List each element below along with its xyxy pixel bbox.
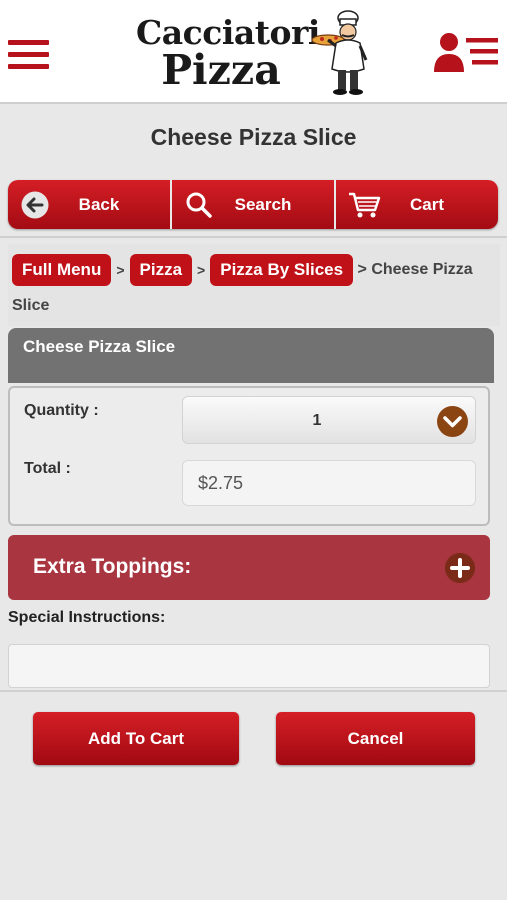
product-options-panel: Quantity : 1 Total : $2.75 bbox=[8, 386, 490, 526]
extra-toppings-toggle[interactable]: Extra Toppings: bbox=[8, 535, 490, 600]
chef-mascot-icon bbox=[311, 10, 368, 95]
quantity-value: 1 bbox=[312, 412, 322, 429]
divider bbox=[0, 236, 507, 238]
extra-toppings-label: Extra Toppings: bbox=[33, 555, 192, 578]
page-title: Cheese Pizza Slice bbox=[150, 124, 357, 150]
hamburger-menu-icon[interactable] bbox=[8, 38, 50, 70]
breadcrumb: Full Menu > Pizza > Pizza By Slices > Cheese… bbox=[8, 244, 500, 326]
app-header: Cacciatori Pizza bbox=[0, 0, 507, 104]
logo-text: Cacciatori Pizza bbox=[136, 13, 320, 94]
plus-icon bbox=[445, 553, 475, 583]
search-label: Search bbox=[234, 194, 292, 214]
cancel-button[interactable]: Cancel bbox=[276, 712, 475, 765]
quantity-select[interactable]: 1 bbox=[182, 396, 476, 444]
quantity-label: Quantity : bbox=[24, 402, 99, 419]
search-button[interactable]: Search bbox=[172, 180, 336, 229]
breadcrumb-full-menu[interactable]: Full Menu bbox=[12, 254, 112, 286]
product-name-header: Cheese Pizza Slice bbox=[8, 328, 494, 383]
navigation-bar: Back Search Cart bbox=[8, 180, 498, 229]
special-instructions-label: Special Instructions: bbox=[8, 609, 166, 626]
special-instructions-input[interactable] bbox=[8, 644, 490, 688]
total-label: Total : bbox=[24, 460, 71, 477]
back-button[interactable]: Back bbox=[8, 180, 172, 229]
cart-label: Cart bbox=[409, 194, 444, 214]
user-list-icon[interactable] bbox=[432, 32, 500, 74]
total-field: $2.75 bbox=[182, 460, 476, 506]
breadcrumb-pizza-by-slices[interactable]: Pizza By Slices bbox=[210, 254, 354, 286]
breadcrumb-separator: > bbox=[116, 262, 125, 278]
back-arrow-icon bbox=[21, 191, 49, 219]
shopping-cart-icon bbox=[349, 192, 381, 218]
cacciatori-pizza-logo[interactable]: Cacciatori Pizza bbox=[136, 10, 376, 100]
breadcrumb-pizza[interactable]: Pizza bbox=[129, 254, 193, 286]
cart-button[interactable]: Cart bbox=[336, 180, 498, 229]
divider bbox=[0, 690, 507, 692]
breadcrumb-separator: > bbox=[197, 262, 206, 278]
search-icon bbox=[186, 192, 212, 218]
add-to-cart-button[interactable]: Add To Cart bbox=[33, 712, 239, 765]
chevron-down-icon bbox=[437, 406, 468, 437]
back-label: Back bbox=[78, 194, 120, 214]
